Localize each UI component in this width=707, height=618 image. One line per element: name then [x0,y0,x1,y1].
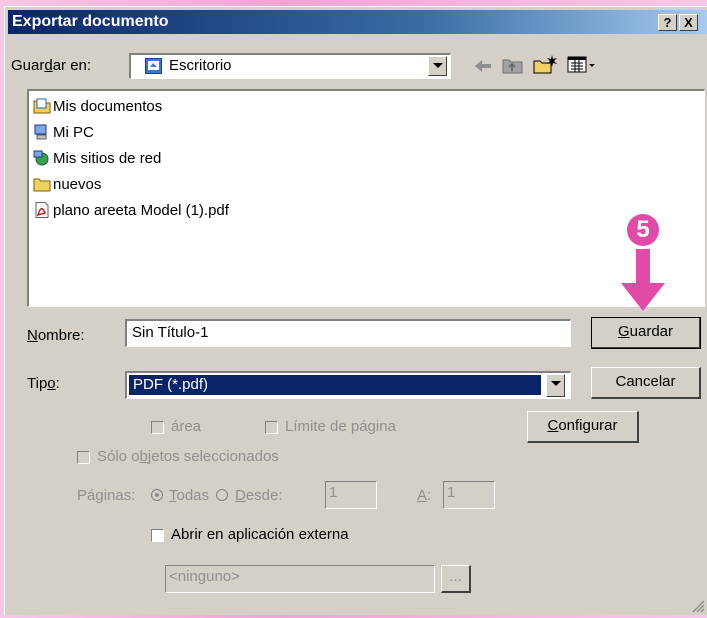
pages-label: Páginas: [77,487,136,504]
my-computer-icon [33,124,51,140]
configure-button[interactable]: Configurar [527,411,639,443]
close-button[interactable]: X [679,14,698,31]
all-pages-radio[interactable] [151,489,163,501]
save-in-label: Guardar en: [11,57,92,74]
type-select[interactable]: PDF (*.pdf) [125,371,571,399]
save-in-value: Escritorio [169,57,232,74]
save-in-dropdown[interactable]: Escritorio [129,53,451,79]
pdf-file-icon [33,202,51,218]
save-in-dropdown-arrow[interactable] [428,56,447,76]
network-places-icon [33,150,51,166]
resize-grip-icon[interactable] [691,599,705,613]
name-input[interactable]: Sin Título-1 [125,319,571,347]
file-item[interactable]: plano areeta Model (1).pdf [33,201,229,221]
title-bar[interactable]: Exportar documento ? X [8,10,707,34]
type-select-arrow[interactable] [546,374,565,397]
name-label: Nombre: [27,327,85,344]
arrow-down-icon [621,249,665,313]
area-label: área [171,418,202,435]
from-page-label: Desde: [235,487,283,504]
open-external-label: Abrir en aplicación externa [171,526,349,543]
my-documents-icon [33,98,51,114]
type-label: Tipo: [27,375,60,392]
open-external-checkbox[interactable] [151,529,164,542]
from-page-input[interactable]: 1 [325,481,377,509]
export-dialog: Exportar documento ? X Guardar en: Escri… [4,6,707,615]
dialog-title: Exportar documento [12,13,169,30]
page-limit-checkbox[interactable] [265,421,278,434]
browse-button[interactable]: ... [441,565,471,593]
up-folder-icon[interactable] [502,56,524,74]
file-item[interactable]: Mi PC [33,123,94,143]
back-arrow-icon[interactable] [473,59,493,73]
save-button[interactable]: Guardar [591,317,701,349]
cancel-button[interactable]: Cancelar [591,367,701,399]
all-pages-label: Todas [169,487,210,504]
to-page-input[interactable]: 1 [443,481,495,509]
selected-only-label: Sólo objetos seleccionados [97,448,279,465]
to-page-label: A: [417,487,432,504]
step-badge: 5 [627,214,659,246]
new-folder-icon[interactable] [533,53,559,75]
file-item[interactable]: Mis sitios de red [33,149,161,169]
file-item[interactable]: nuevos [33,175,101,195]
type-select-value: PDF (*.pdf) [128,374,542,396]
view-menu-icon[interactable] [567,55,597,75]
folder-icon [33,176,51,192]
from-page-radio[interactable] [216,489,228,501]
page-limit-label: Límite de página [285,418,396,435]
area-checkbox[interactable] [151,421,164,434]
file-list[interactable]: Mis documentos Mi PC Mis sitios de red n… [27,89,705,307]
desktop-icon [145,58,162,74]
selected-only-checkbox[interactable] [77,451,90,464]
help-button[interactable]: ? [658,14,677,31]
external-app-input[interactable]: <ninguno> [165,565,435,593]
file-item[interactable]: Mis documentos [33,97,162,117]
